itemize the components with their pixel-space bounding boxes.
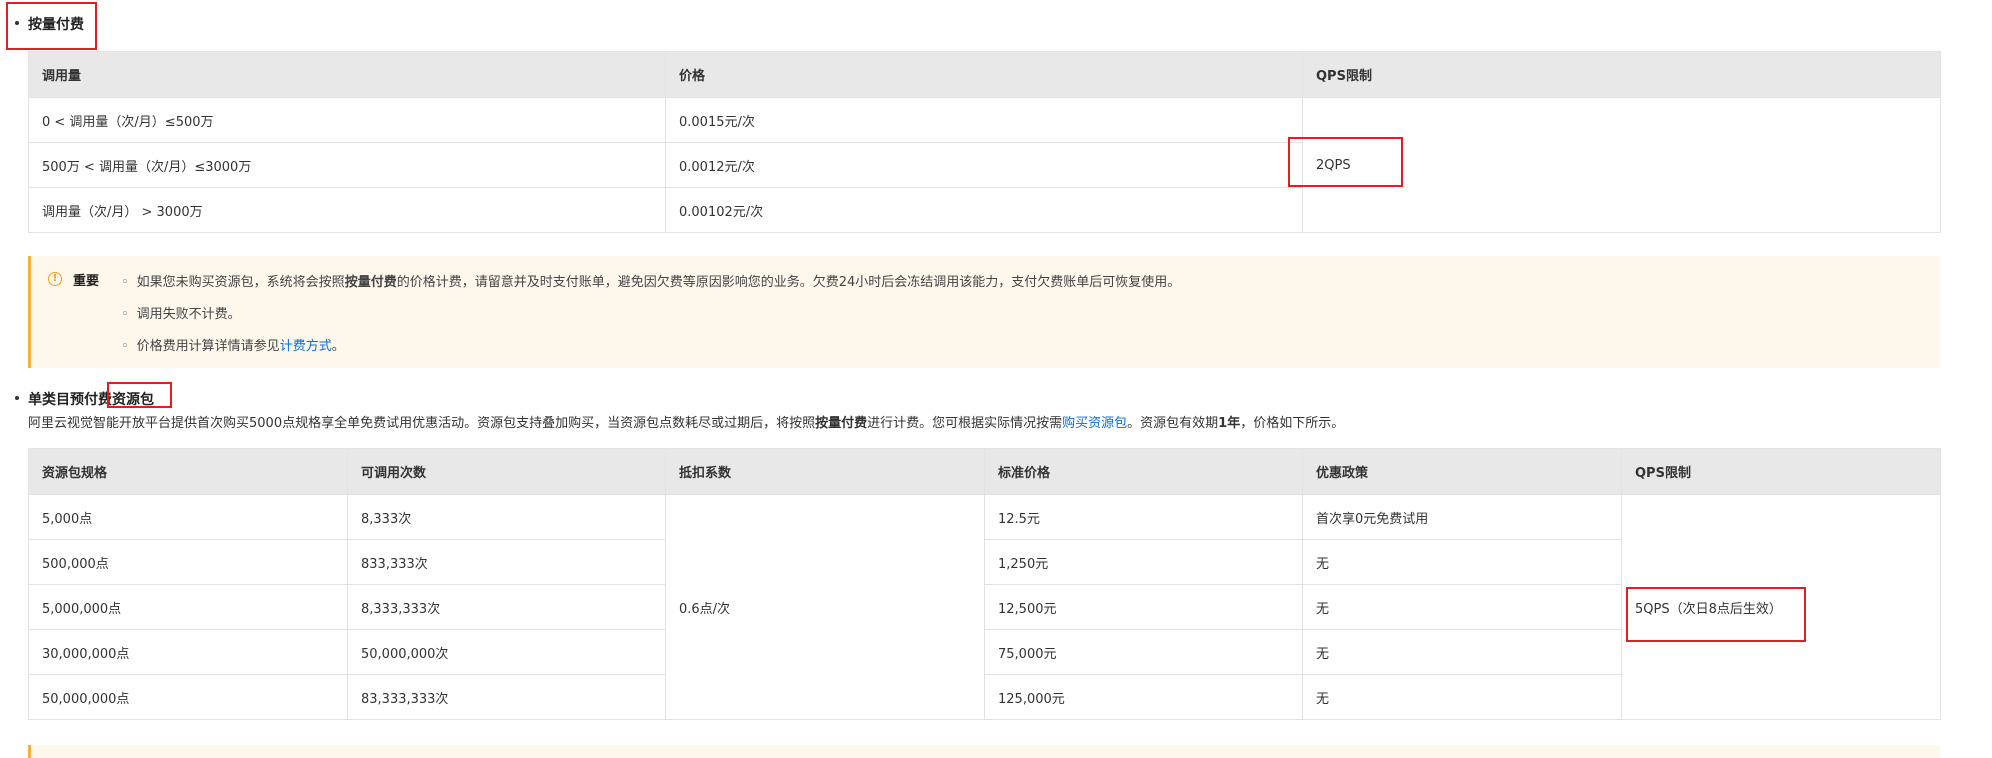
standard-price-cell: 125,000元 <box>984 674 1303 720</box>
call-count-cell: 833,333次 <box>347 539 666 585</box>
price-cell: 0.0012元/次 <box>665 142 1303 188</box>
package-spec-cell: 500,000点 <box>28 539 348 585</box>
intro-text: ，价格如下所示。 <box>1240 416 1345 431</box>
highlight-box <box>1288 137 1403 187</box>
section-bullet <box>15 396 19 400</box>
column-header: QPS限制 <box>1302 51 1941 98</box>
notice-item: 调用失败不计费。 <box>121 303 241 322</box>
table-row: 0 < 调用量（次/月）≤500万 0.0015元/次 2QPS <box>28 97 1941 233</box>
important-notice: ! 重要 如果您未购买资源包，系统将会按照按量付费的价格计费，请留意并及时支付账… <box>28 256 1940 368</box>
standard-price-cell: 1,250元 <box>984 539 1303 585</box>
notice-text: 价格费用计算详情请参见 <box>136 339 280 354</box>
package-spec-cell: 50,000,000点 <box>28 674 348 720</box>
table-header-row: 资源包规格 可调用次数 抵扣系数 标准价格 优惠政策 QPS限制 <box>28 448 1941 495</box>
standard-price-cell: 12.5元 <box>984 494 1303 540</box>
standard-price-cell: 12,500元 <box>984 584 1303 630</box>
column-header: QPS限制 <box>1621 448 1941 495</box>
notice-item: 如果您未购买资源包，系统将会按照按量付费的价格计费，请留意并及时支付账单，避免因… <box>121 271 1181 290</box>
column-header: 可调用次数 <box>347 448 666 495</box>
usage-cell: 0 < 调用量（次/月）≤500万 <box>28 97 666 143</box>
discount-cell: 无 <box>1302 629 1622 675</box>
intro-text: 阿里云视觉智能开放平台提供首次购买5000点规格享全单免费试用优惠活动。资源包支… <box>28 416 816 431</box>
intro-bold-text: 按量付费 <box>815 416 868 431</box>
resource-package-intro: 阿里云视觉智能开放平台提供首次购买5000点规格享全单免费试用优惠活动。资源包支… <box>28 412 1344 431</box>
next-notice-edge <box>28 745 1940 758</box>
call-count-cell: 50,000,000次 <box>347 629 666 675</box>
notice-text: 。 <box>331 339 345 354</box>
notice-text: 的价格计费，请留意并及时支付账单，避免因欠费等原因影响您的业务。欠费24小时后会… <box>396 275 1181 290</box>
discount-cell: 无 <box>1302 674 1622 720</box>
column-header: 调用量 <box>28 51 666 98</box>
package-spec-cell: 5,000点 <box>28 494 348 540</box>
package-spec-cell: 30,000,000点 <box>28 629 348 675</box>
notice-bold-text: 按量付费 <box>344 275 397 290</box>
notice-item: 价格费用计算详情请参见计费方式。 <box>121 335 345 354</box>
table-row: 5,000点 8,333次 0.6点/次 12.5元 首次享0元免费试用 5QP… <box>28 494 1941 720</box>
warning-icon: ! <box>48 272 62 286</box>
intro-text: 进行计费。您可根据实际情况按需 <box>867 416 1063 431</box>
column-header: 优惠政策 <box>1302 448 1622 495</box>
column-header: 资源包规格 <box>28 448 348 495</box>
highlight-box <box>107 382 172 408</box>
standard-price-cell: 75,000元 <box>984 629 1303 675</box>
discount-cell: 首次享0元免费试用 <box>1302 494 1622 540</box>
notice-text: 调用失败不计费。 <box>136 307 241 322</box>
price-cell: 0.0015元/次 <box>665 97 1303 143</box>
highlight-box <box>6 2 97 50</box>
discount-cell: 无 <box>1302 539 1622 585</box>
usage-cell: 调用量（次/月） > 3000万 <box>28 187 666 233</box>
pay-as-you-go-table: 调用量 价格 QPS限制 0 < 调用量（次/月）≤500万 0.0015元/次… <box>28 51 1941 233</box>
package-spec-cell: 5,000,000点 <box>28 584 348 630</box>
billing-method-link[interactable]: 计费方式 <box>280 339 332 354</box>
intro-text: 。资源包有效期 <box>1127 416 1219 431</box>
buy-resource-package-link[interactable]: 购买资源包 <box>1062 416 1127 431</box>
column-header: 标准价格 <box>984 448 1303 495</box>
price-cell: 0.00102元/次 <box>665 187 1303 233</box>
notice-label: 重要 <box>73 274 100 289</box>
discount-cell: 无 <box>1302 584 1622 630</box>
notice-text: 如果您未购买资源包，系统将会按照 <box>136 275 345 290</box>
resource-package-table: 资源包规格 可调用次数 抵扣系数 标准价格 优惠政策 QPS限制 5,000点 … <box>28 448 1941 720</box>
coefficient-cell: 0.6点/次 <box>665 494 985 720</box>
table-header-row: 调用量 价格 QPS限制 <box>28 51 1941 98</box>
usage-cell: 500万 < 调用量（次/月）≤3000万 <box>28 142 666 188</box>
column-header: 价格 <box>665 51 1303 98</box>
call-count-cell: 83,333,333次 <box>347 674 666 720</box>
highlight-box <box>1626 587 1806 642</box>
column-header: 抵扣系数 <box>665 448 985 495</box>
call-count-cell: 8,333次 <box>347 494 666 540</box>
intro-bold-text: 1年 <box>1218 416 1241 431</box>
call-count-cell: 8,333,333次 <box>347 584 666 630</box>
